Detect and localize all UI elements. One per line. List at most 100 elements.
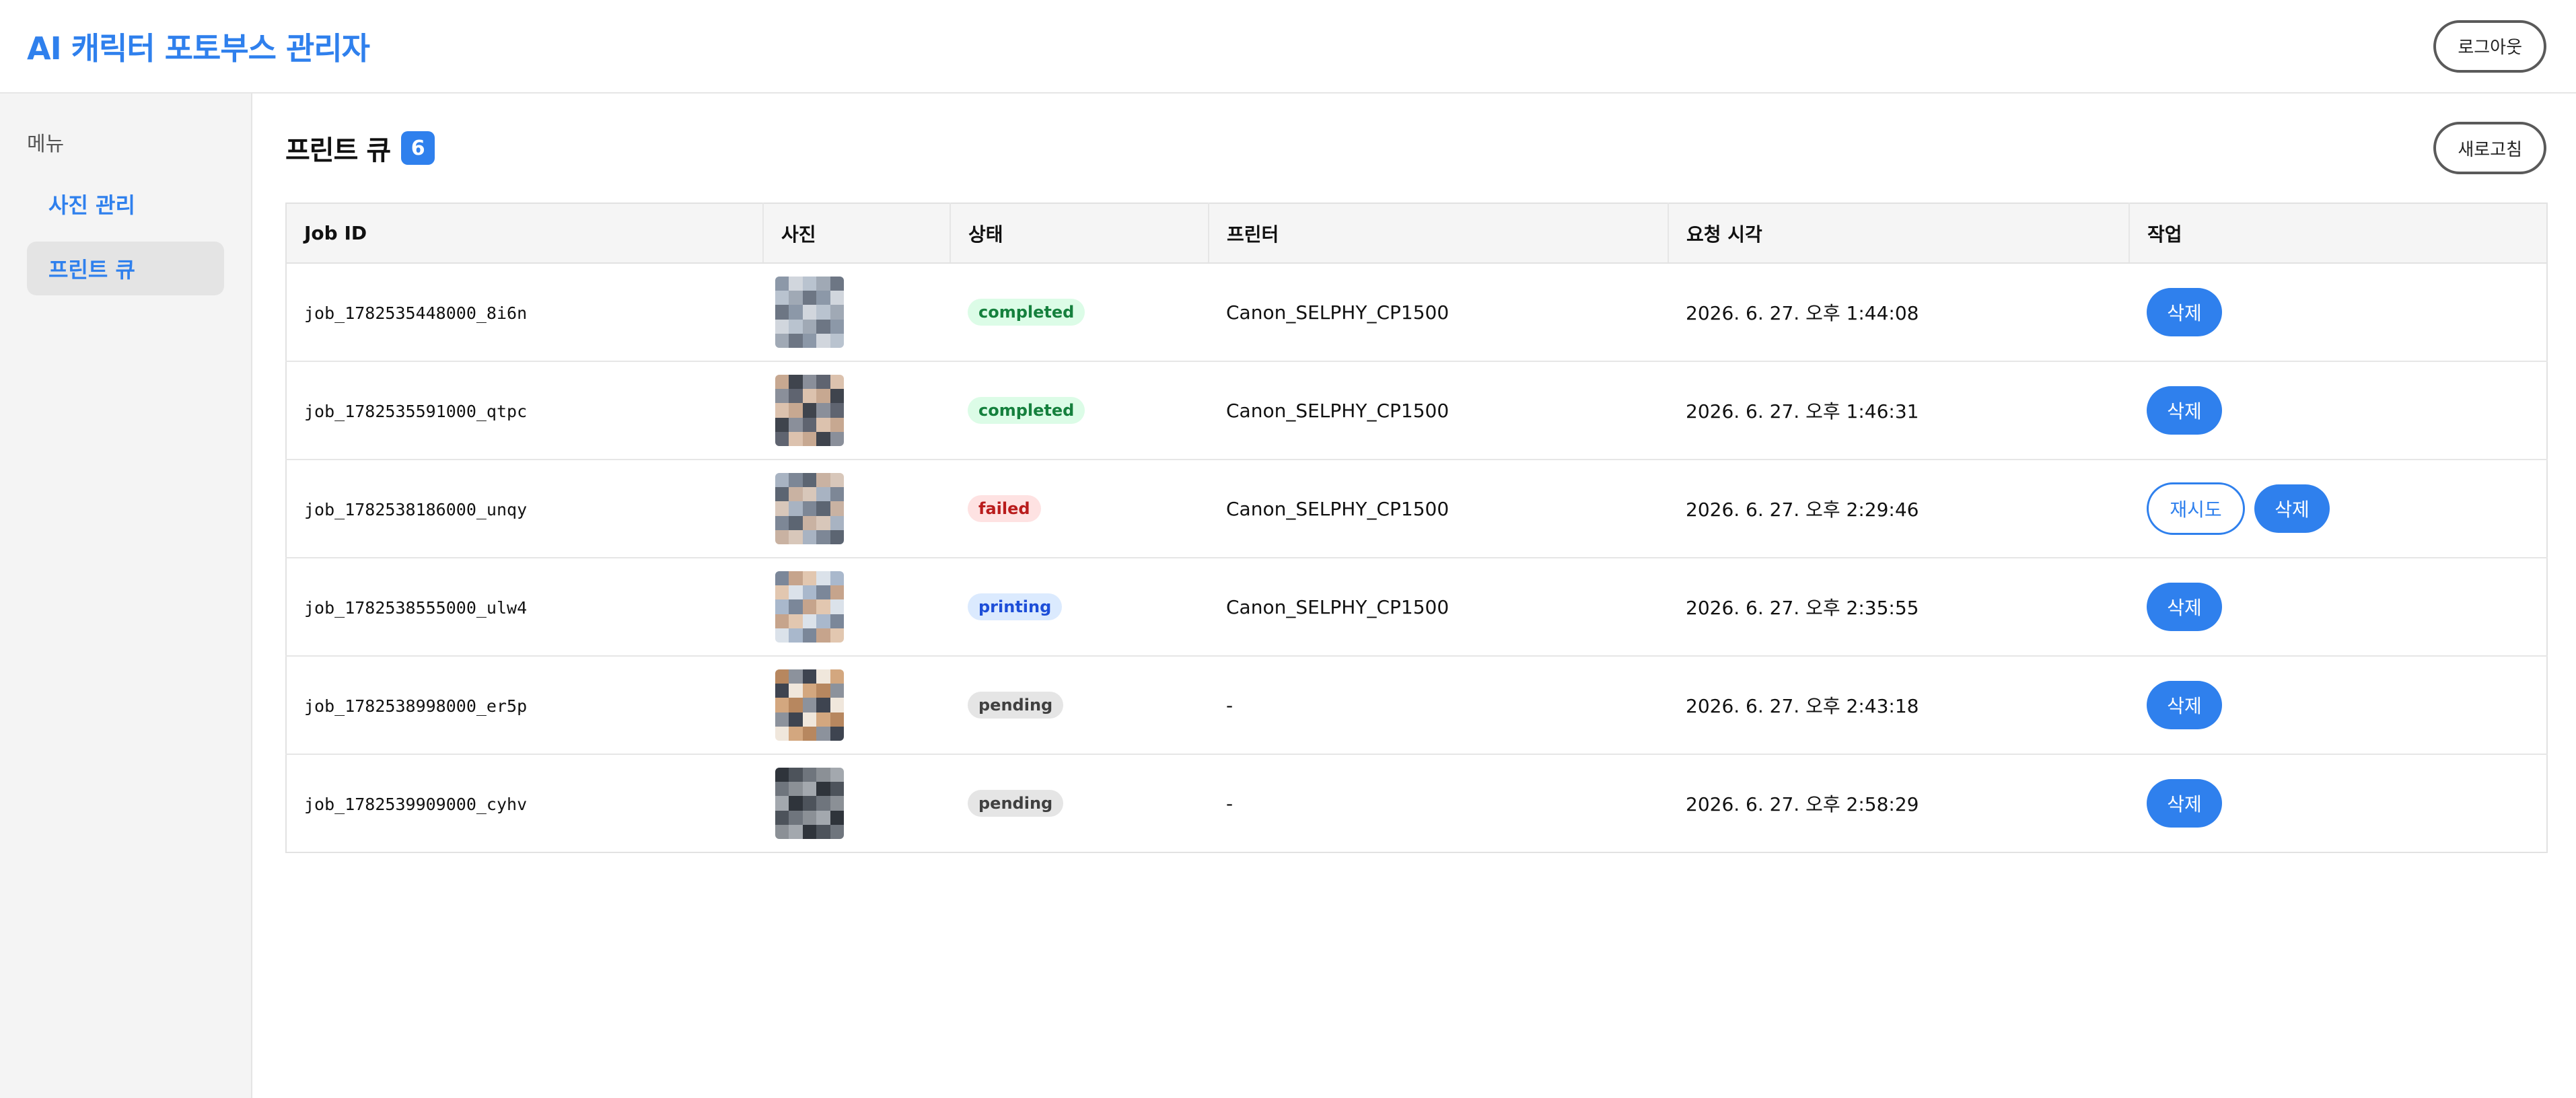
- delete-button[interactable]: 삭제: [2147, 779, 2222, 828]
- photo-cell: [763, 361, 950, 460]
- thumbnail-pixel: [830, 712, 844, 727]
- thumbnail-pixel: [775, 417, 789, 432]
- requested-at-cell: 2026. 6. 27. 오후 1:46:31: [1668, 361, 2129, 460]
- thumbnail-pixel: [816, 515, 830, 530]
- thumbnail-pixel: [802, 628, 817, 643]
- requested-at-cell: 2026. 6. 27. 오후 1:44:08: [1668, 263, 2129, 362]
- table-row: job_1782538186000_unqy failed Canon_SELPHY…: [286, 460, 2547, 558]
- column-header-printer: 프린터: [1209, 203, 1669, 264]
- status-badge: completed: [968, 299, 1085, 326]
- thumbnail-pixel: [775, 599, 789, 614]
- thumbnail-pixel: [816, 431, 830, 446]
- thumbnail-pixel: [789, 515, 803, 530]
- thumbnail-pixel: [830, 571, 844, 586]
- status-cell: completed: [950, 263, 1209, 362]
- status-badge: pending: [968, 692, 1064, 719]
- logout-button[interactable]: 로그아웃: [2433, 20, 2546, 73]
- retry-button[interactable]: 재시도: [2147, 482, 2245, 535]
- thumbnail-pixel: [802, 431, 817, 446]
- thumbnail-pixel: [802, 684, 817, 698]
- page-title: 프린트 큐: [285, 135, 391, 166]
- thumbnail-pixel: [775, 782, 789, 797]
- thumbnail-pixel: [816, 796, 830, 811]
- thumbnail-pixel: [830, 305, 844, 320]
- photo-thumbnail[interactable]: [775, 768, 844, 839]
- job-id: job_1782535591000_qtpc: [304, 401, 528, 421]
- table-row: job_1782538555000_ulw4 printing Canon_SELP…: [286, 558, 2547, 657]
- thumbnail-pixel: [775, 305, 789, 320]
- thumbnail-pixel: [789, 319, 803, 334]
- main-content: 프린트 큐 6 새로고침 Job ID 사진 상태 프린터 요청 시각 작업 j…: [253, 94, 2576, 1098]
- photo-thumbnail[interactable]: [775, 277, 844, 348]
- requested-at-cell: 2026. 6. 27. 오후 2:35:55: [1668, 558, 2129, 657]
- thumbnail-pixel: [789, 431, 803, 446]
- column-header-requested-at: 요청 시각: [1668, 203, 2130, 264]
- photo-thumbnail[interactable]: [775, 571, 844, 643]
- thumbnail-pixel: [830, 487, 844, 502]
- thumbnail-pixel: [789, 599, 803, 614]
- thumbnail-pixel: [830, 796, 844, 811]
- status-cell: failed: [950, 460, 1209, 558]
- thumbnail-pixel: [816, 599, 830, 614]
- status-badge: printing: [968, 593, 1063, 620]
- thumbnail-pixel: [775, 796, 789, 811]
- requested-at-cell: 2026. 6. 27. 오후 2:58:29: [1686, 793, 1919, 815]
- thumbnail-pixel: [830, 431, 844, 446]
- photo-cell: [763, 460, 950, 558]
- thumbnail-pixel: [775, 628, 789, 643]
- column-header-actions: 작업: [2129, 203, 2547, 264]
- thumbnail-pixel: [816, 389, 830, 404]
- thumbnail-pixel: [775, 571, 789, 586]
- delete-button[interactable]: 삭제: [2147, 681, 2222, 729]
- photo-thumbnail[interactable]: [775, 375, 844, 446]
- photo-thumbnail[interactable]: [775, 669, 844, 741]
- thumbnail-pixel: [775, 684, 789, 698]
- job-id: job_1782538555000_ulw4: [304, 597, 528, 618]
- thumbnail-pixel: [802, 796, 817, 811]
- thumbnail-pixel: [816, 684, 830, 698]
- photo-cell: [763, 558, 950, 657]
- thumbnail-pixel: [775, 501, 789, 516]
- page-title-group: 프린트 큐 6: [285, 129, 435, 168]
- thumbnail-pixel: [775, 375, 789, 390]
- photo-thumbnail[interactable]: [775, 473, 844, 544]
- thumbnail-pixel: [816, 810, 830, 825]
- actions-cell: 재시도 삭제: [2129, 460, 2547, 558]
- thumbnail-pixel: [816, 614, 830, 628]
- thumbnail-pixel: [816, 768, 830, 782]
- thumbnail-pixel: [802, 824, 817, 839]
- thumbnail-pixel: [802, 417, 817, 432]
- job-id-cell: job_1782539909000_cyhv: [286, 754, 763, 852]
- refresh-button[interactable]: 새로고침: [2433, 122, 2546, 174]
- printer-cell: -: [1209, 656, 1668, 755]
- delete-button[interactable]: 삭제: [2147, 288, 2222, 336]
- thumbnail-pixel: [789, 473, 803, 488]
- thumbnail-pixel: [830, 333, 844, 348]
- delete-button[interactable]: 삭제: [2147, 583, 2222, 631]
- thumbnail-pixel: [775, 277, 789, 291]
- thumbnail-pixel: [816, 712, 830, 727]
- thumbnail-pixel: [830, 319, 844, 334]
- table-row: job_1782535591000_qtpc completed Canon_SEL…: [286, 361, 2547, 460]
- thumbnail-pixel: [830, 782, 844, 797]
- sidebar-item-label: 프린트 큐: [48, 257, 135, 283]
- thumbnail-pixel: [802, 333, 817, 348]
- thumbnail-pixel: [830, 417, 844, 432]
- thumbnail-pixel: [775, 698, 789, 712]
- sidebar-item-print-queue[interactable]: 프린트 큐: [27, 242, 224, 295]
- thumbnail-pixel: [802, 403, 817, 418]
- thumbnail-pixel: [802, 698, 817, 712]
- thumbnail-pixel: [802, 810, 817, 825]
- thumbnail-pixel: [816, 529, 830, 544]
- job-id: job_1782535448000_8i6n: [304, 303, 528, 323]
- thumbnail-pixel: [830, 824, 844, 839]
- table-row: job_1782538998000_er5p pending -2026. 6. 2…: [286, 656, 2547, 755]
- count-badge: 6: [401, 131, 435, 165]
- thumbnail-pixel: [789, 768, 803, 782]
- thumbnail-pixel: [830, 501, 844, 516]
- thumbnail-pixel: [775, 614, 789, 628]
- photo-cell: [763, 754, 950, 852]
- delete-button[interactable]: 삭제: [2147, 386, 2222, 435]
- sidebar-item-photo-management[interactable]: 사진 관리: [27, 177, 224, 231]
- delete-button[interactable]: 삭제: [2254, 484, 2330, 533]
